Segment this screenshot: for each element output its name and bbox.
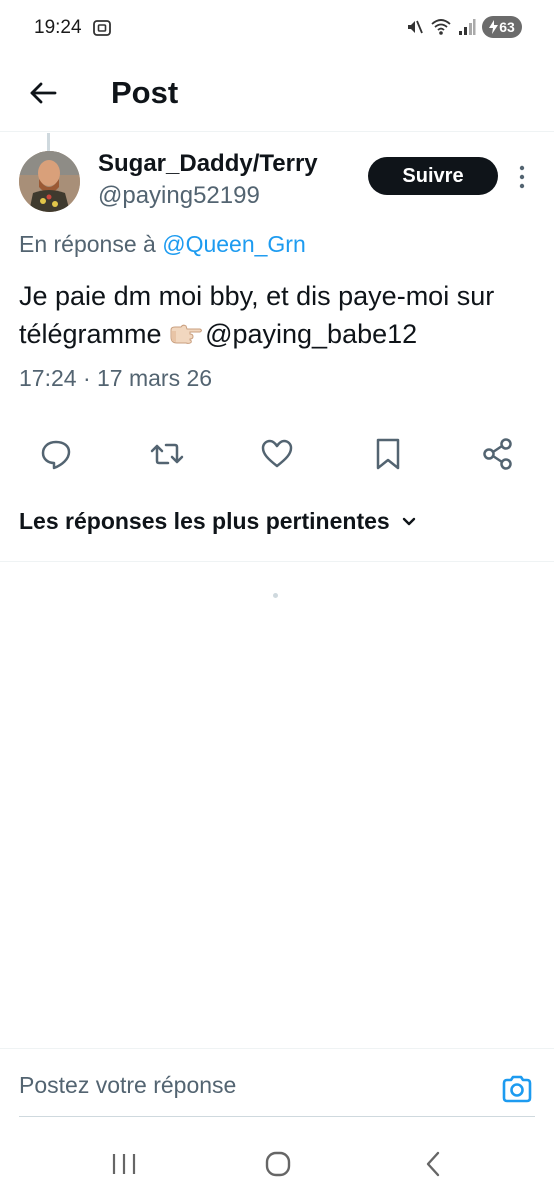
avatar[interactable] <box>19 151 80 212</box>
signal-icon <box>459 19 476 35</box>
composer-underline <box>19 1116 535 1117</box>
page-title: Post <box>111 75 179 110</box>
battery-charging-icon <box>489 20 499 34</box>
recent-apps-icon[interactable] <box>104 1148 144 1180</box>
share-icon[interactable] <box>480 436 516 472</box>
chevron-down-icon <box>402 517 415 525</box>
reply-mention-link[interactable]: @Queen_Grn <box>162 231 306 257</box>
author-display-name[interactable]: Sugar_Daddy/Terry <box>98 150 318 178</box>
post-timestamp: 17:24 · 17 mars 26 <box>19 365 213 391</box>
more-options-icon[interactable] <box>512 162 532 192</box>
camera-icon[interactable] <box>500 1072 534 1106</box>
top-bar: Post <box>0 56 554 132</box>
reply-input[interactable]: Postez votre réponse <box>19 1072 236 1099</box>
mute-icon <box>408 20 423 34</box>
divider <box>0 561 554 562</box>
battery-indicator: 63 <box>482 16 522 38</box>
reply-prefix: En réponse à <box>19 231 163 257</box>
reply-context: En réponse à @Queen_Grn <box>19 231 306 258</box>
system-nav-bar <box>0 1128 554 1200</box>
post-text: Je paie dm moi bby, et dis paye-moi sur … <box>19 277 539 353</box>
home-icon[interactable] <box>258 1148 298 1180</box>
battery-level: 63 <box>499 19 515 35</box>
back-arrow-icon[interactable] <box>26 76 60 110</box>
follow-button[interactable]: Suivre <box>368 157 498 195</box>
sort-label: Les réponses les plus pertinentes <box>19 508 390 534</box>
back-nav-icon[interactable] <box>414 1148 454 1180</box>
pointing-right-emoji <box>170 324 203 344</box>
status-bar: 19:24 63 <box>0 0 554 56</box>
loading-indicator <box>273 593 278 598</box>
status-time: 19:24 <box>34 17 82 38</box>
reply-icon[interactable] <box>38 436 74 472</box>
replies-sort-selector[interactable]: Les réponses les plus pertinentes <box>19 508 418 535</box>
bookmark-icon[interactable] <box>370 436 406 472</box>
avatar-image <box>19 151 80 212</box>
screenshot-icon <box>93 20 111 36</box>
post-body-mention[interactable]: @paying_babe12 <box>205 319 417 349</box>
status-icons: 63 <box>404 16 522 38</box>
composer-divider <box>0 1048 554 1049</box>
author-handle[interactable]: @paying52199 <box>98 182 260 210</box>
action-bar <box>0 432 554 476</box>
repost-icon[interactable] <box>149 436 185 472</box>
thread-connector <box>47 133 50 151</box>
wifi-icon <box>431 19 451 35</box>
like-icon[interactable] <box>259 436 295 472</box>
